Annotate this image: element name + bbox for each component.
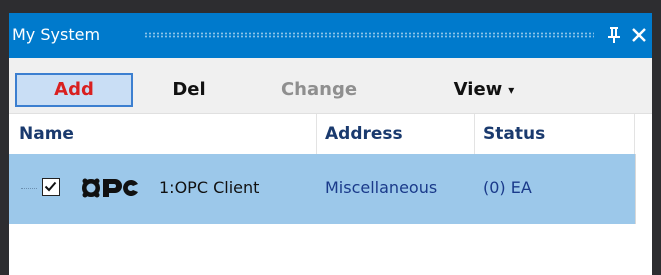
change-button[interactable]: Change — [259, 73, 379, 107]
add-button-label: Add — [54, 79, 94, 100]
row-status-cell: (0) EA — [483, 178, 532, 197]
column-header-status[interactable]: Status — [475, 114, 635, 154]
row-address-cell: Miscellaneous — [325, 178, 438, 197]
change-button-label: Change — [280, 79, 358, 100]
grid-column-divider — [635, 154, 636, 224]
opc-logo-icon — [80, 176, 148, 200]
add-button[interactable]: Add — [15, 73, 133, 107]
my-system-panel: My System Add Del Change View ▾ Name Add… — [9, 13, 652, 275]
delete-button[interactable]: Del — [149, 73, 229, 107]
table-row[interactable]: 1:OPC Client Miscellaneous (0) EA — [9, 154, 635, 224]
tree-connector — [21, 188, 37, 190]
row-checkbox[interactable] — [42, 178, 60, 196]
panel-title: My System — [12, 25, 101, 44]
window-frame-top — [0, 0, 661, 13]
row-name-cell: 1:OPC Client — [159, 178, 260, 197]
column-header-address[interactable]: Address — [317, 114, 475, 154]
title-grip — [144, 32, 594, 38]
column-header-name[interactable]: Name — [9, 114, 317, 154]
window-frame-left — [0, 0, 9, 275]
pin-icon[interactable] — [605, 24, 623, 46]
window-frame-right — [652, 0, 661, 275]
close-icon[interactable] — [629, 24, 649, 46]
view-menu-button[interactable]: View ▾ — [429, 73, 539, 107]
view-button-label: View — [453, 79, 503, 100]
grid-header: Name Address Status — [9, 114, 652, 154]
chevron-down-icon: ▾ — [508, 83, 515, 97]
panel-title-bar[interactable]: My System — [9, 13, 652, 58]
delete-button-label: Del — [172, 79, 206, 100]
toolbar: Add Del Change View ▾ — [9, 58, 652, 114]
